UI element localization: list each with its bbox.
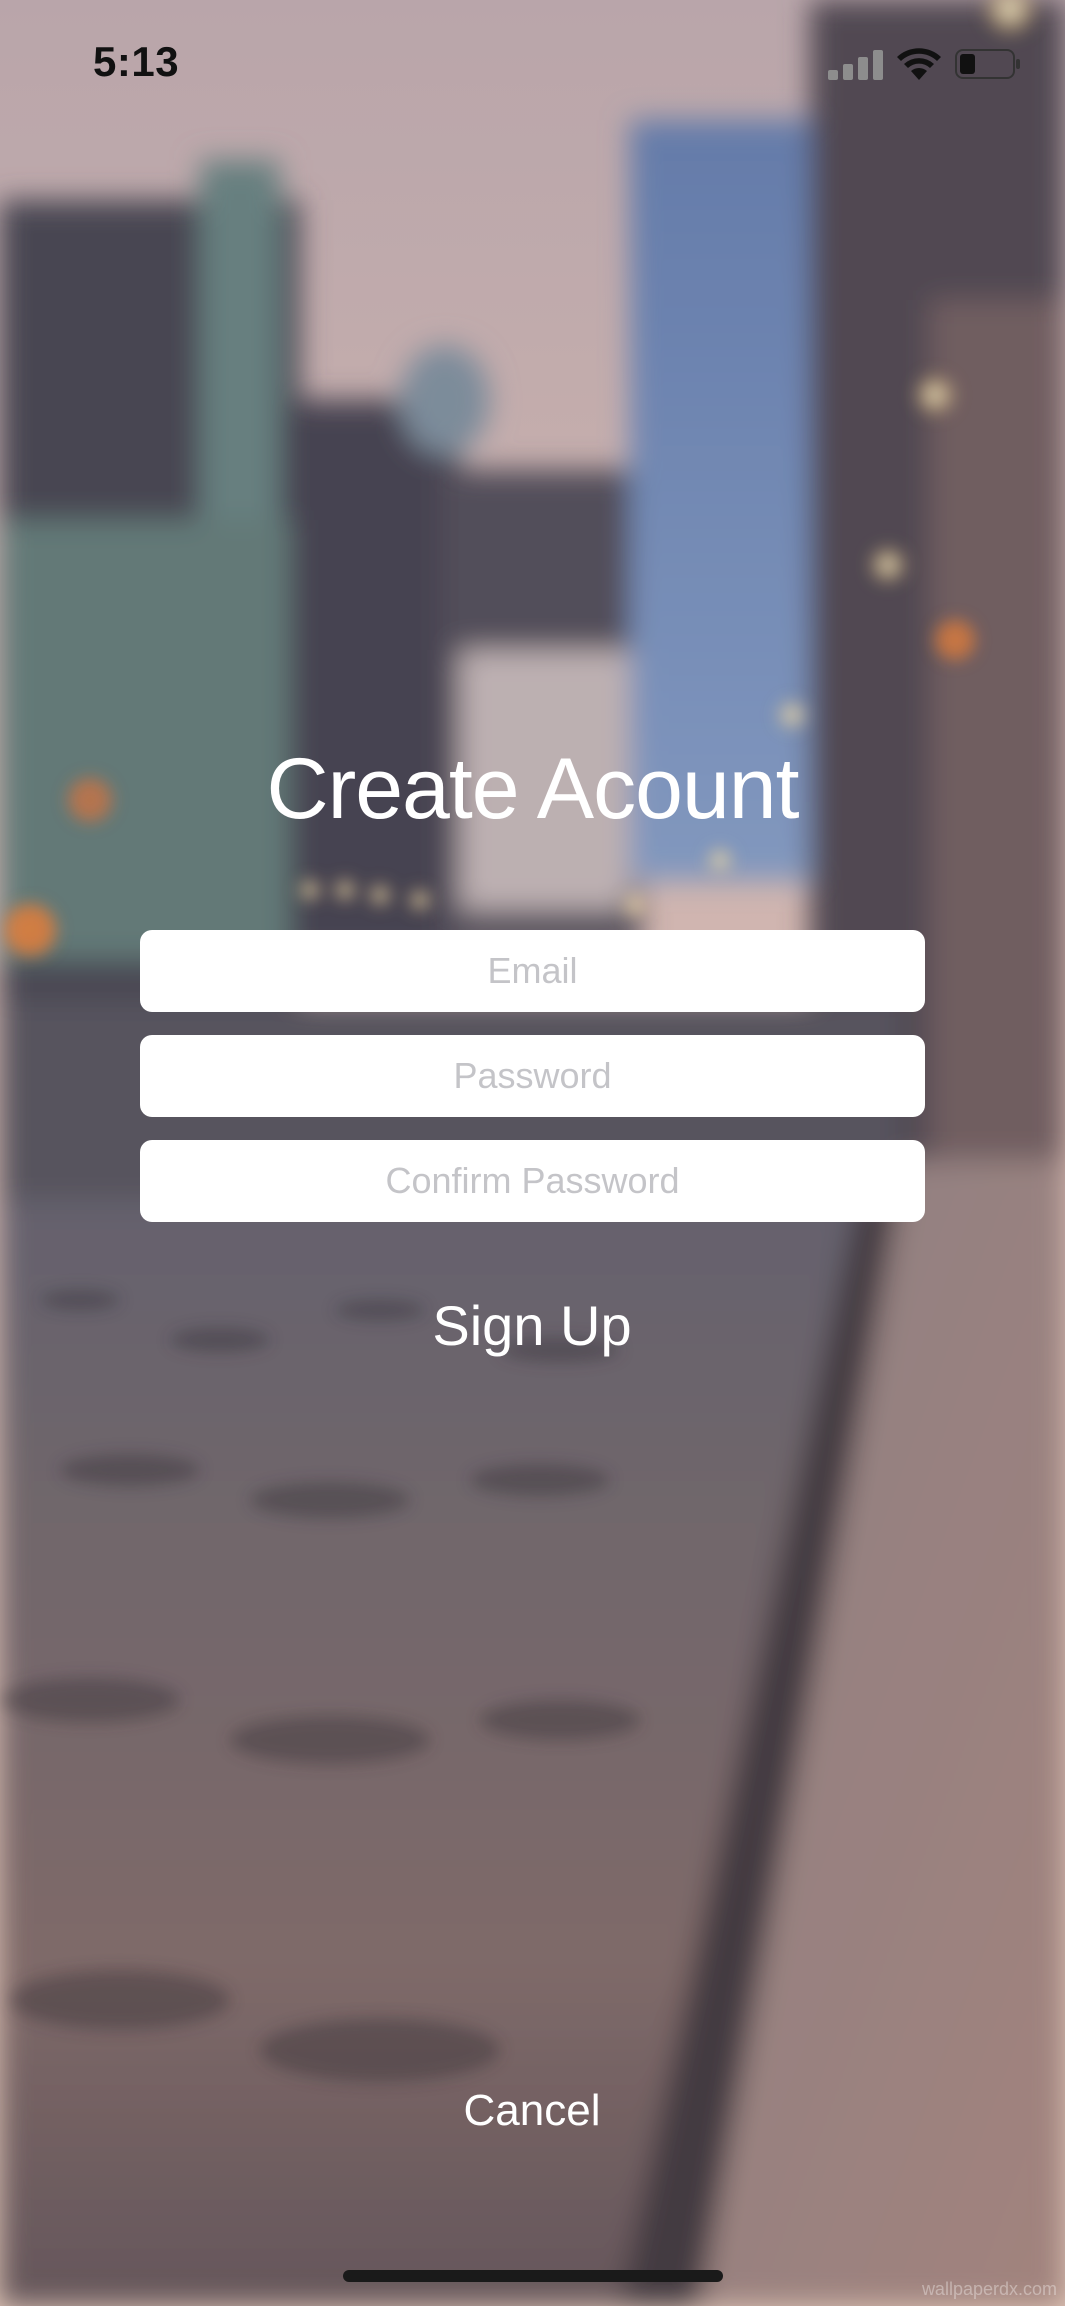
battery-icon [955,49,1021,84]
cellular-signal-icon [828,50,886,85]
confirm-password-field[interactable] [140,1140,925,1222]
create-account-screen: 5:13 Create Acount Email Sign Up Cancel … [0,0,1065,2306]
wifi-icon [897,46,941,85]
email-field[interactable] [140,930,925,1012]
status-bar: 5:13 [0,0,1065,130]
page-title: Create Acount [266,741,799,837]
watermark: wallpaperdx.com [921,2279,1057,2299]
cancel-button[interactable]: Cancel [382,2076,682,2146]
sign-up-button[interactable]: Sign Up [332,1280,732,1370]
home-indicator[interactable] [343,2270,723,2282]
password-field[interactable] [140,1035,925,1117]
status-time: 5:13 [93,38,180,85]
